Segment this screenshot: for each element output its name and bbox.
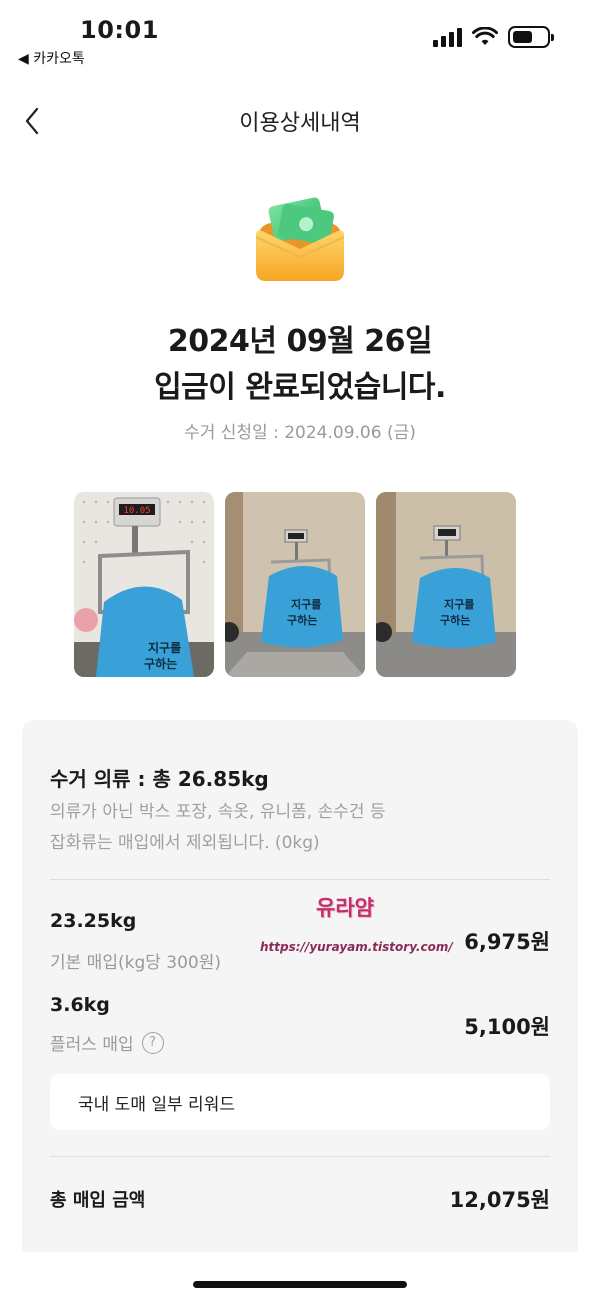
wifi-icon [472,27,498,45]
deposit-date: 2024년 09월 26일 [167,324,433,359]
page-title: 이용상세내역 [239,111,361,136]
cellular-signal-icon [433,27,462,47]
basic-purchase-weight: 23.25kg [50,910,137,932]
domestic-wholesale-reward-item[interactable]: 국내 도매 일부 리워드 [50,1074,550,1130]
plus-purchase-amount: 5,100원 [464,1015,550,1039]
total-purchase-amount: 12,075원 [449,1188,550,1212]
scale-photo-image: 지구를 구하는 [225,492,365,677]
scale-photo-image: 지구를 구하는 [376,492,516,677]
pickup-request-date: 수거 신청일 : 2024.09.06 (금) [184,423,416,443]
bag-text: 지구를 [148,640,181,655]
bag-text: 구하는 [144,656,177,671]
battery-icon [508,26,554,48]
purchase-summary-card: 수거 의류 : 총 26.85kg 의류가 아닌 박스 포장, 속옷, 유니폼,… [22,720,578,1252]
exclusion-notice: 의류가 아닌 박스 포장, 속옷, 유니폼, 손수건 등 잡화류는 매입에서 제… [50,797,450,859]
photo-gallery: 10.05 지구를 구하는 지구를 구하는 지구를 구하는 [74,492,516,677]
basic-purchase-amount: 6,975원 [464,930,550,954]
plus-purchase-weight: 3.6kg [50,994,110,1016]
pickup-photo[interactable]: 10.05 지구를 구하는 [74,492,214,677]
status-time: 10:01 [80,16,159,44]
bag-text: 구하는 [287,613,317,627]
bag-text: 구하는 [440,613,470,627]
pickup-photo[interactable]: 지구를 구하는 [225,492,365,677]
plus-purchase-label-row: 플러스 매입 ? [50,1030,164,1055]
watermark-name: 유라얌 [316,896,374,920]
nav-bar: 이용상세내역 [0,95,600,145]
bag-text: 지구를 [444,597,474,611]
deposit-complete-message: 입금이 완료되었습니다. [154,370,446,405]
exclusion-notice-line: 의류가 아닌 박스 포장, 속옷, 유니폼, 손수건 등 [50,802,386,822]
help-icon[interactable]: ? [141,1031,164,1054]
pickup-photo[interactable]: 지구를 구하는 [376,492,516,677]
plus-purchase-label: 플러스 매입 [50,1035,134,1055]
total-purchase-label: 총 매입 금액 [50,1190,146,1211]
watermark-url: https://yurayam.tistory.com/ [260,940,453,954]
status-bar: 10:01 ◀ 카카오톡 [0,0,600,70]
basic-purchase-label: 기본 매입(kg당 300원) [50,953,221,973]
scale-reading: 10.05 [123,506,150,516]
status-icons [433,26,554,48]
collected-clothes-total: 수거 의류 : 총 26.85kg [50,767,269,791]
exclusion-notice-line: 잡화류는 매입에서 제외됩니다. (0kg) [50,833,320,853]
bag-text: 지구를 [291,597,321,611]
scale-photo-image: 10.05 지구를 구하는 [74,492,214,677]
back-to-app-link[interactable]: ◀ 카카오톡 [18,48,85,68]
divider [50,879,550,880]
divider [50,1156,550,1157]
home-indicator[interactable] [193,1281,407,1288]
money-envelope-icon [255,197,345,281]
